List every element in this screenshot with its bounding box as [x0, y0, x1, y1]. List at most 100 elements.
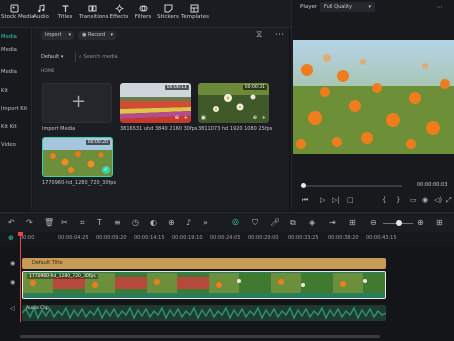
toolbar-audio[interactable]: Audio — [28, 2, 54, 26]
clip-audio-strip — [23, 293, 385, 298]
toolbar-transitions[interactable]: Transitions — [79, 2, 109, 26]
record-label: Record — [87, 32, 106, 38]
toolbar-label: Transitions — [79, 14, 109, 20]
progress-track[interactable] — [302, 185, 402, 187]
color-icon[interactable]: ◐ — [150, 219, 157, 227]
layers-icon[interactable]: ⧉ — [290, 219, 296, 227]
crop-icon[interactable]: ⌗ — [80, 219, 85, 227]
playhead-handle[interactable] — [18, 232, 23, 236]
audio-clip[interactable]: Audio Clip — [22, 305, 386, 321]
zoom-out-icon[interactable]: ⊖ — [370, 219, 377, 227]
zoom-slider-handle[interactable] — [396, 220, 402, 226]
toolbar-titles[interactable]: Titles — [52, 2, 78, 26]
grid-icon[interactable]: ⊞ — [436, 219, 443, 227]
titles-icon — [62, 5, 68, 12]
rail-item[interactable]: Media — [0, 69, 32, 75]
volume-icon[interactable]: ◁) — [434, 197, 442, 204]
video-clip[interactable]: 1770960-hd_1280_720_30fps — [22, 271, 386, 299]
toolbar-label: Effects — [109, 14, 129, 20]
record-dropdown[interactable]: ● Record ▾ — [78, 31, 116, 40]
rail-item[interactable]: Import Kit — [0, 106, 32, 112]
media-panel: Import ▾ ● Record ▾ ⧖ ⋯ Default ▾ ⌕ Sear… — [33, 28, 289, 210]
title-clip-label: Default Title — [32, 260, 63, 266]
progress-handle[interactable] — [301, 183, 306, 188]
templates-icon — [190, 4, 198, 13]
toolbar-filters[interactable]: Filters — [130, 2, 156, 26]
stock-media-icon — [10, 4, 18, 13]
audio-waveform — [22, 306, 386, 320]
ruler-tick: 00:00:09:20 — [96, 235, 127, 241]
playhead[interactable] — [20, 232, 21, 322]
search-placeholder: Search media — [83, 54, 118, 60]
timeline-tracks: ◉ ◉ ◁ Default Title 1770960-hd_1280_720_… — [0, 232, 454, 341]
ruler-tick: 00:00:04:25 — [58, 235, 89, 241]
zoom-in-icon[interactable]: ⊕ — [168, 219, 175, 227]
mic-icon[interactable]: 🎤︎ — [270, 219, 280, 227]
more-icon[interactable]: ⋯ — [275, 30, 284, 40]
quality-dropdown[interactable]: Full Quality ▾ — [320, 2, 375, 12]
display-icon[interactable]: ▭ — [410, 197, 417, 204]
insert-icon[interactable]: ⇥ — [329, 219, 336, 227]
track-eye-icon[interactable]: ◉ — [10, 261, 15, 267]
more-tools-icon[interactable]: » — [203, 219, 208, 227]
adjust-icon[interactable]: ≡ — [114, 219, 121, 227]
fullscreen-icon[interactable]: ⤢ — [446, 197, 452, 204]
rail-item[interactable]: Media — [0, 47, 32, 53]
search-input[interactable]: ⌕ Search media — [79, 52, 199, 62]
plus-icon: + — [71, 91, 87, 112]
more-icon[interactable]: ⋯ — [436, 3, 443, 11]
import-media-tile[interactable]: + — [42, 83, 112, 123]
audio-edit-icon[interactable]: ♪ — [186, 219, 191, 227]
cut-icon[interactable]: ✂ — [61, 219, 68, 227]
timecode: 00:00:00:03 — [417, 182, 448, 188]
mark-in-icon[interactable]: { — [382, 197, 386, 204]
mark-out-icon[interactable]: } — [396, 197, 400, 204]
toolbar-templates[interactable]: Templates — [181, 2, 209, 26]
prev-frame-icon[interactable]: ⏮ — [302, 197, 308, 204]
timeline-ruler[interactable]: ⊕ 00:00 00:00:04:25 00:00:09:20 00:00:14… — [0, 232, 454, 246]
zoom-in-timeline-icon[interactable]: ⊕ — [417, 219, 424, 227]
timeline-scrollbar[interactable] — [20, 335, 380, 338]
media-thumbnail[interactable]: 00:00:11 ⊕ + — [120, 83, 191, 123]
delete-icon[interactable]: 🗑 — [44, 219, 54, 227]
toolbar-effects[interactable]: Effects — [106, 2, 132, 26]
media-caption: 3816531 uhd 3840 2160 30fps — [120, 126, 198, 132]
media-thumbnail[interactable]: 00:00:31 ▣ ⊕ + — [198, 83, 269, 123]
toolbar-stock-media[interactable]: Stock Media — [1, 2, 35, 26]
stop-icon[interactable]: □ — [347, 197, 354, 204]
snap-icon[interactable]: ⊞ — [349, 219, 356, 227]
toolbar-stickers[interactable]: Stickers — [155, 2, 181, 26]
zoom-icon[interactable]: ⊕ — [175, 115, 179, 121]
sort-dropdown[interactable]: Default ▾ — [41, 52, 71, 62]
rail-item[interactable]: Kit Kit — [0, 124, 32, 130]
filter-icon[interactable]: ⧖ — [256, 30, 262, 40]
ai-icon[interactable]: ◎ — [232, 218, 239, 226]
track-speaker-icon[interactable]: ◁ — [10, 306, 15, 312]
chevron-down-icon: ▾ — [68, 32, 71, 38]
undo-icon[interactable]: ↶ — [8, 219, 15, 227]
media-thumbnail-selected[interactable]: 00:00:20 ✓ — [42, 137, 113, 177]
play-icon[interactable]: ▷ — [320, 197, 325, 204]
add-icon[interactable]: + — [262, 115, 266, 121]
speed-icon[interactable]: ◷ — [132, 219, 139, 227]
add-icon[interactable]: + — [184, 115, 188, 121]
snapshot-icon[interactable]: ◉ — [422, 197, 428, 204]
import-dropdown[interactable]: Import ▾ — [41, 31, 74, 40]
zoom-icon[interactable]: ⊕ — [253, 115, 257, 121]
rail-item[interactable]: Kit — [0, 88, 32, 94]
media-caption: 1770960-hd_1280_720_30fps — [42, 180, 117, 186]
title-clip[interactable]: Default Title — [22, 258, 386, 269]
player-label: Player — [300, 4, 318, 10]
shield-icon[interactable]: ⛉ — [252, 219, 258, 227]
add-track-icon[interactable]: ⊕ — [8, 235, 14, 242]
rail-item[interactable]: Video — [0, 142, 32, 148]
next-frame-icon[interactable]: ▷| — [332, 197, 340, 204]
rail-item-media[interactable]: Media — [0, 34, 32, 40]
player-panel: Player Full Quality ▾ ⋯ 00:00:00:03 ⏮ ▷ … — [291, 0, 454, 210]
preview-canvas[interactable] — [293, 40, 454, 154]
redo-icon[interactable]: ↷ — [26, 219, 33, 227]
marker-icon[interactable]: ◈ — [309, 219, 315, 227]
stickers-icon — [164, 4, 172, 13]
text-icon[interactable]: T — [97, 219, 102, 227]
track-eye-icon[interactable]: ◉ — [10, 280, 15, 286]
